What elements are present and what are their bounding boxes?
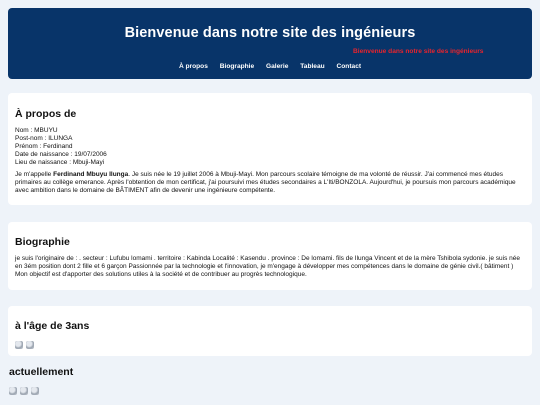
- broken-image-icon: [15, 341, 23, 349]
- current-images: [9, 387, 39, 395]
- broken-image-icon: [31, 387, 39, 395]
- broken-image-icon: [26, 341, 34, 349]
- biography-heading: Biographie: [15, 236, 70, 248]
- site-header: Bienvenue dans notre site des ingénieurs…: [8, 8, 532, 79]
- nav-gallery[interactable]: Galerie: [266, 63, 288, 70]
- broken-image-icon: [9, 387, 17, 395]
- biography-section: Biographie je suis l'originaire de : . s…: [8, 222, 532, 290]
- about-heading: À propos de: [15, 108, 77, 120]
- personal-info: Nom : MBUYU Post-nom : ILUNGA Prénom : F…: [15, 127, 107, 167]
- broken-image-icon: [20, 387, 28, 395]
- age3-section: à l'âge de 3ans: [8, 306, 532, 356]
- nav-about[interactable]: À propos: [179, 63, 208, 70]
- desc-name: Ferdinand Mbuyu Ilunga: [53, 171, 129, 178]
- info-line: Lieu de naissance : Mbuji-Mayi: [15, 158, 105, 166]
- desc-prefix: Je m'appelle: [15, 171, 54, 178]
- marquee-text: Bienvenue dans notre site des ingénieurs: [353, 48, 484, 55]
- info-line: Prénom : Ferdinand: [15, 142, 73, 150]
- about-section: À propos de Nom : MBUYU Post-nom : ILUNG…: [8, 93, 532, 205]
- info-line: Post-nom : ILUNGA: [15, 134, 73, 142]
- age3-images: [15, 341, 34, 349]
- nav-biography[interactable]: Biographie: [220, 63, 254, 70]
- site-title: Bienvenue dans notre site des ingénieurs: [124, 25, 416, 41]
- main-nav: À propos Biographie Galerie Tableau Cont…: [8, 63, 532, 70]
- biography-text: je suis l'originaire de : . secteur : Lu…: [15, 255, 521, 278]
- age3-heading: à l'âge de 3ans: [15, 320, 90, 332]
- about-description: Je m'appelle Ferdinand Mbuyu Ilunga. Je …: [15, 171, 521, 195]
- current-heading: actuellement: [9, 366, 74, 378]
- nav-contact[interactable]: Contact: [337, 63, 362, 70]
- info-line: Date de naissance : 19/07/2006: [15, 150, 107, 158]
- nav-table[interactable]: Tableau: [300, 63, 324, 70]
- info-line: Nom : MBUYU: [15, 127, 58, 134]
